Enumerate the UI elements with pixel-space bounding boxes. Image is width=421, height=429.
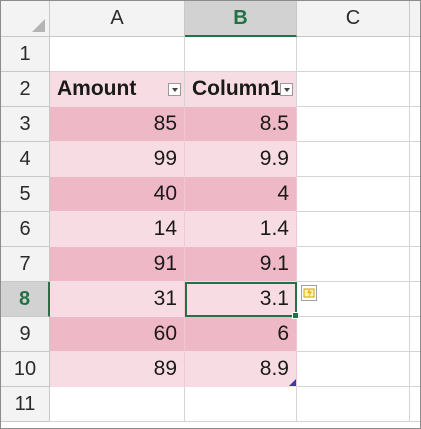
row-header[interactable]: 4 [1, 142, 50, 177]
row-header[interactable]: 2 [1, 72, 50, 107]
table-header-column1[interactable]: Column1 [185, 72, 297, 107]
cell-value: 9.9 [259, 147, 289, 170]
cell-c[interactable] [297, 72, 410, 107]
cell-a[interactable]: 85 [50, 107, 185, 142]
row-header[interactable]: 7 [1, 247, 50, 282]
select-all-corner[interactable] [1, 1, 50, 37]
table-header-amount[interactable]: Amount [50, 72, 185, 107]
cell-value: 8.5 [259, 112, 289, 135]
cell-a[interactable]: 31 [50, 282, 185, 317]
cell-b[interactable] [185, 387, 297, 422]
spreadsheet: A B C 1 2 Amount Column1 3 85 8.5 4 99 9.9 5 40 4 6 14… [0, 0, 421, 429]
cell-grid: A B C 1 2 Amount Column1 3 85 8.5 4 99 9.9 5 40 4 6 14… [1, 1, 420, 422]
cell-d[interactable] [410, 72, 420, 107]
cell-b[interactable]: 8.9 [185, 352, 297, 387]
cell-value: Column1 [192, 77, 282, 100]
cell-d[interactable] [410, 37, 420, 72]
cell-value: 40 [153, 182, 177, 205]
cell-value: 6 [277, 322, 289, 345]
chevron-down-icon [171, 87, 178, 92]
cell-c[interactable] [297, 212, 410, 247]
cell-d[interactable] [410, 247, 420, 282]
cell-b[interactable]: 1.4 [185, 212, 297, 247]
cell-a[interactable]: 40 [50, 177, 185, 212]
select-all-triangle-icon [32, 19, 45, 32]
cell-a[interactable]: 60 [50, 317, 185, 352]
cell-d[interactable] [410, 177, 420, 212]
cell-a[interactable]: 89 [50, 352, 185, 387]
cell-b[interactable]: 6 [185, 317, 297, 352]
cell-c[interactable] [297, 247, 410, 282]
cell-b[interactable]: 9.9 [185, 142, 297, 177]
cell-d[interactable] [410, 212, 420, 247]
cell-c[interactable] [297, 177, 410, 212]
row-header[interactable]: 3 [1, 107, 50, 142]
cell-c[interactable] [297, 387, 410, 422]
cell-d[interactable] [410, 142, 420, 177]
row-header[interactable]: 1 [1, 37, 50, 72]
filter-dropdown-button[interactable] [280, 83, 293, 96]
cell-a[interactable] [50, 37, 185, 72]
column-header-b[interactable]: B [185, 1, 297, 37]
row-header[interactable]: 10 [1, 352, 50, 387]
cell-b[interactable]: 9.1 [185, 247, 297, 282]
cell-value: 85 [153, 112, 177, 135]
cell-d[interactable] [410, 282, 420, 317]
cell-value: 60 [153, 322, 177, 345]
cell-a[interactable]: 99 [50, 142, 185, 177]
cell-d[interactable] [410, 352, 420, 387]
quick-analysis-icon[interactable] [301, 285, 317, 301]
cell-a[interactable] [50, 387, 185, 422]
column-header-c[interactable]: C [297, 1, 410, 37]
cell-d[interactable] [410, 107, 420, 142]
row-header[interactable]: 6 [1, 212, 50, 247]
cell-value: 8.9 [259, 357, 289, 380]
chevron-down-icon [283, 87, 290, 92]
filter-dropdown-button[interactable] [168, 83, 181, 96]
cell-b[interactable] [185, 37, 297, 72]
cell-d[interactable] [410, 387, 420, 422]
row-header[interactable]: 8 [1, 282, 50, 317]
cell-a[interactable]: 14 [50, 212, 185, 247]
cell-a[interactable]: 91 [50, 247, 185, 282]
cell-value: 4 [277, 182, 289, 205]
cell-c[interactable] [297, 142, 410, 177]
cell-c[interactable] [297, 107, 410, 142]
cell-value: 3.1 [259, 287, 289, 310]
cell-b[interactable]: 8.5 [185, 107, 297, 142]
cell-value: Amount [57, 77, 137, 100]
row-header[interactable]: 9 [1, 317, 50, 352]
cell-value: 99 [153, 147, 177, 170]
cell-d[interactable] [410, 317, 420, 352]
table-resize-handle[interactable] [289, 379, 296, 386]
cell-c[interactable] [297, 317, 410, 352]
fill-handle[interactable] [292, 312, 299, 319]
cell-b[interactable]: 4 [185, 177, 297, 212]
active-cell[interactable]: 3.1 [185, 282, 299, 319]
cell-value: 89 [153, 357, 177, 380]
cell-value: 14 [153, 217, 177, 240]
cell-value: 91 [153, 252, 177, 275]
row-header[interactable]: 11 [1, 387, 50, 422]
column-header-d-partial[interactable] [410, 1, 420, 37]
column-header-a[interactable]: A [50, 1, 185, 37]
cell-value: 9.1 [259, 252, 289, 275]
cell-value: 1.4 [259, 217, 289, 240]
cell-c[interactable] [297, 352, 410, 387]
cell-value: 31 [153, 287, 177, 310]
cell-c[interactable] [297, 37, 410, 72]
row-header[interactable]: 5 [1, 177, 50, 212]
